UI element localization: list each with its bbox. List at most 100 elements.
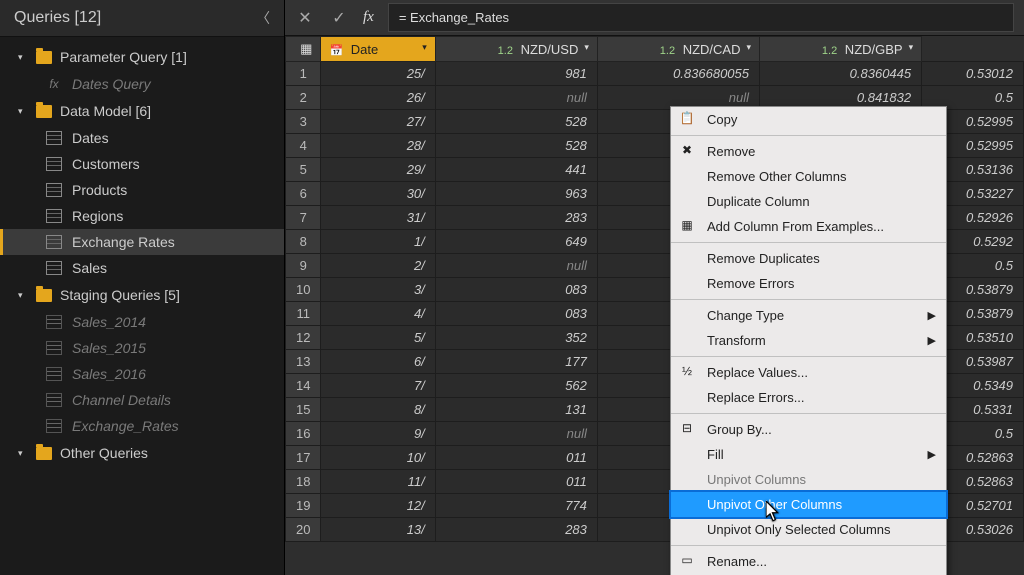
tree-group[interactable]: ▾Other Queries <box>0 439 284 467</box>
cell[interactable]: 6/ <box>321 350 435 374</box>
cell[interactable]: 283 <box>435 518 597 542</box>
menu-item[interactable]: Replace Errors... <box>671 385 946 410</box>
cell[interactable]: null <box>435 254 597 278</box>
cell[interactable]: 3/ <box>321 278 435 302</box>
cell[interactable]: 649 <box>435 230 597 254</box>
tree-item[interactable]: Products <box>0 177 284 203</box>
menu-item[interactable]: ✖Remove <box>671 139 946 164</box>
cell[interactable]: 011 <box>435 446 597 470</box>
menu-item[interactable]: ½Replace Values... <box>671 360 946 385</box>
grid-corner[interactable]: ▦ <box>286 37 321 62</box>
column-header[interactable]: 1.2 NZD/GBP ▾ <box>760 37 922 62</box>
table-icon <box>46 393 62 407</box>
menu-item[interactable]: Unpivot Columns <box>671 467 946 492</box>
cell[interactable]: 131 <box>435 398 597 422</box>
cell[interactable]: 31/ <box>321 206 435 230</box>
cell[interactable]: 352 <box>435 326 597 350</box>
dropdown-icon[interactable]: ▾ <box>422 42 427 53</box>
tree-item[interactable]: Sales <box>0 255 284 281</box>
cell[interactable]: 441 <box>435 158 597 182</box>
cell[interactable]: 10/ <box>321 446 435 470</box>
cell[interactable]: 26/ <box>321 86 435 110</box>
commit-icon[interactable]: ✓ <box>329 8 349 28</box>
menu-item[interactable]: Unpivot Other Columns <box>671 492 946 517</box>
table-row[interactable]: 125/9810.8366800550.83604450.53012 <box>286 62 1024 86</box>
cell[interactable]: 11/ <box>321 470 435 494</box>
tree-item[interactable]: Sales_2016 <box>0 361 284 387</box>
menu-icon: ½ <box>679 364 695 380</box>
menu-item[interactable]: Remove Errors <box>671 271 946 296</box>
cell[interactable]: 25/ <box>321 62 435 86</box>
cell[interactable]: 0.8360445 <box>760 62 922 86</box>
tree-item[interactable]: Exchange Rates <box>0 229 284 255</box>
menu-item[interactable]: Remove Duplicates <box>671 246 946 271</box>
dropdown-icon[interactable]: ▾ <box>909 42 914 53</box>
cell[interactable]: 12/ <box>321 494 435 518</box>
cell[interactable]: 9/ <box>321 422 435 446</box>
formula-input[interactable]: = Exchange_Rates <box>388 3 1014 32</box>
dropdown-icon[interactable]: ▾ <box>584 42 589 53</box>
cell[interactable]: 981 <box>435 62 597 86</box>
cell[interactable]: 29/ <box>321 158 435 182</box>
cell[interactable]: null <box>435 422 597 446</box>
menu-item[interactable]: ▭Rename... <box>671 549 946 574</box>
cell[interactable]: 1/ <box>321 230 435 254</box>
menu-label: Duplicate Column <box>707 194 810 209</box>
cell[interactable]: 528 <box>435 110 597 134</box>
cell[interactable]: 083 <box>435 278 597 302</box>
cell[interactable]: 177 <box>435 350 597 374</box>
column-header[interactable]: 1.2 NZD/USD ▾ <box>435 37 597 62</box>
cancel-icon[interactable]: ✕ <box>295 8 315 28</box>
row-number: 1 <box>286 62 321 86</box>
cell[interactable]: 2/ <box>321 254 435 278</box>
tree-group[interactable]: ▾Staging Queries [5] <box>0 281 284 309</box>
menu-item[interactable]: Duplicate Column <box>671 189 946 214</box>
tree-item[interactable]: Exchange_Rates <box>0 413 284 439</box>
tree-item[interactable]: Customers <box>0 151 284 177</box>
tree-item[interactable]: Regions <box>0 203 284 229</box>
tree-group[interactable]: ▾Data Model [6] <box>0 97 284 125</box>
cell[interactable]: 13/ <box>321 518 435 542</box>
tree-item[interactable]: Sales_2015 <box>0 335 284 361</box>
tree-item[interactable]: Channel Details <box>0 387 284 413</box>
cell[interactable]: 7/ <box>321 374 435 398</box>
tree-group[interactable]: ▾Parameter Query [1] <box>0 43 284 71</box>
cell[interactable]: 28/ <box>321 134 435 158</box>
cell[interactable]: 27/ <box>321 110 435 134</box>
queries-header[interactable]: Queries [12] 〈 <box>0 0 284 37</box>
tree-item[interactable]: Dates <box>0 125 284 151</box>
cell[interactable]: 4/ <box>321 302 435 326</box>
cell[interactable]: 8/ <box>321 398 435 422</box>
column-header[interactable]: 📅 Date ▾ <box>321 37 435 62</box>
row-number: 11 <box>286 302 321 326</box>
menu-item[interactable]: Transform▶ <box>671 328 946 353</box>
cell[interactable]: 963 <box>435 182 597 206</box>
menu-item[interactable]: ▦Add Column From Examples... <box>671 214 946 239</box>
menu-item[interactable]: 📋Copy <box>671 107 946 132</box>
chevron-left-icon[interactable]: 〈 <box>256 8 270 28</box>
cell[interactable]: 0.836680055 <box>597 62 759 86</box>
menu-item[interactable]: ⊟Group By... <box>671 417 946 442</box>
cell[interactable]: 562 <box>435 374 597 398</box>
cell[interactable]: 0.53012 <box>922 62 1024 86</box>
item-label: Regions <box>72 208 123 224</box>
column-header[interactable]: 1.2 NZD/CAD ▾ <box>597 37 759 62</box>
menu-item[interactable]: Remove Other Columns <box>671 164 946 189</box>
cell[interactable]: 083 <box>435 302 597 326</box>
cell[interactable]: 528 <box>435 134 597 158</box>
dropdown-icon[interactable]: ▾ <box>746 42 751 53</box>
menu-item[interactable]: Fill▶ <box>671 442 946 467</box>
cell[interactable]: null <box>435 86 597 110</box>
tree-item[interactable]: fxDates Query <box>0 71 284 97</box>
menu-label: Remove Duplicates <box>707 251 820 266</box>
tree-item[interactable]: Sales_2014 <box>0 309 284 335</box>
cell[interactable]: 011 <box>435 470 597 494</box>
cell[interactable]: 30/ <box>321 182 435 206</box>
cell[interactable]: 283 <box>435 206 597 230</box>
menu-item[interactable]: Change Type▶ <box>671 303 946 328</box>
fx-icon[interactable]: fx <box>363 9 374 26</box>
row-number: 6 <box>286 182 321 206</box>
cell[interactable]: 5/ <box>321 326 435 350</box>
cell[interactable]: 774 <box>435 494 597 518</box>
menu-item[interactable]: Unpivot Only Selected Columns <box>671 517 946 542</box>
